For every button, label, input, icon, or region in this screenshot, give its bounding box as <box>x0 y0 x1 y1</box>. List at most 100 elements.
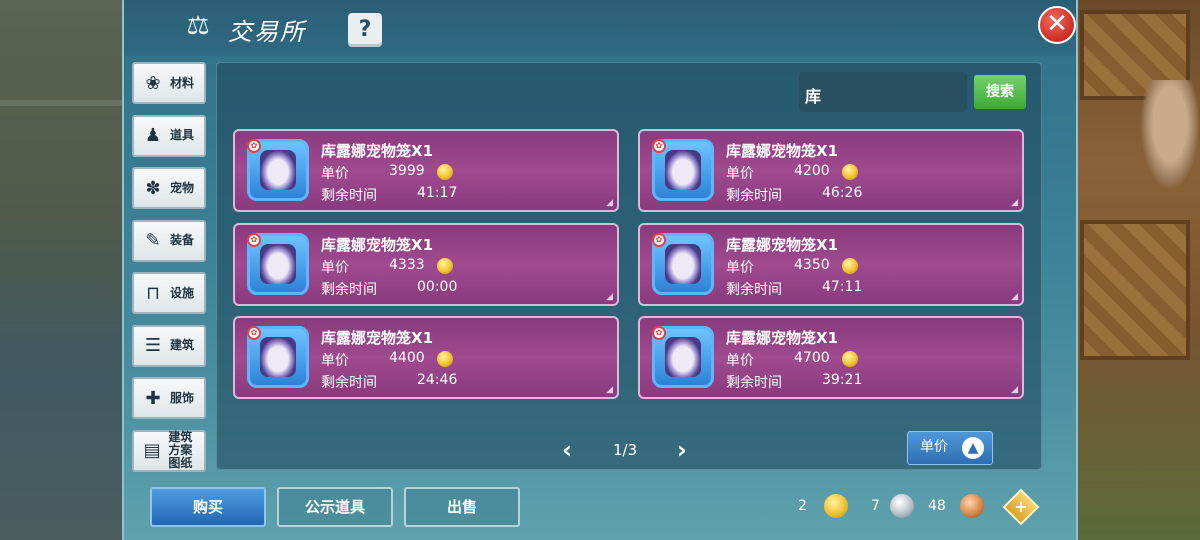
listing-card[interactable]: ✿ 库露娜宠物笼X1 单价 4400 剩余时间 24:46 ◢ <box>233 316 619 399</box>
copper-coin-icon <box>960 494 984 518</box>
help-button[interactable]: ? <box>348 13 382 47</box>
building-icon: ☰ <box>144 335 162 356</box>
item-icon: ♟ <box>144 125 162 146</box>
item-price: 4400 <box>389 350 425 366</box>
gold-coin-icon <box>437 164 453 180</box>
category-materials[interactable]: ❀ 材料 <box>132 62 206 104</box>
showcase-tab-button[interactable]: 公示道具 <box>277 487 393 527</box>
silver-coin-icon <box>890 494 914 518</box>
category-equipment[interactable]: ✎ 装备 <box>132 219 206 262</box>
time-label: 剩余时间 <box>321 188 377 204</box>
pet-cage-icon: ✿ <box>247 233 309 295</box>
squirrel-npc <box>1140 80 1200 190</box>
blueprint-icon: ▤ <box>143 440 161 461</box>
pet-cage-face <box>260 150 296 190</box>
close-button[interactable]: ✕ <box>1038 6 1076 44</box>
corner-icon: ◢ <box>606 385 613 395</box>
category-clothing[interactable]: ✚ 服饰 <box>132 377 206 419</box>
category-label: 装备 <box>170 233 195 247</box>
pin-icon: ✿ <box>652 139 666 153</box>
price-label: 单价 <box>321 260 349 276</box>
category-items[interactable]: ♟ 道具 <box>132 114 206 157</box>
exchange-panel: ⚖ 交易所 ? ✕ ❀ 材料 ♟ 道具 ✽ 宠物 ✎ 装备 ⊓ 设施 ☰ 建筑 <box>122 0 1078 540</box>
corner-icon: ◢ <box>606 198 613 208</box>
pet-cage-icon: ✿ <box>652 233 714 295</box>
title-bar: ⚖ 交易所 ? ✕ <box>124 0 1076 56</box>
gold-coin-icon <box>842 351 858 367</box>
corner-icon: ◢ <box>1011 198 1018 208</box>
category-label: 服饰 <box>170 390 195 405</box>
item-time-left: 24:46 <box>417 372 458 388</box>
item-name: 库露娜宠物笼X1 <box>321 329 434 347</box>
sort-by-price-button[interactable]: 单价 ▲ <box>907 431 993 465</box>
plus-icon: + <box>1014 497 1028 516</box>
pin-icon: ✿ <box>247 326 261 340</box>
prev-page-button[interactable]: ‹ <box>562 436 572 464</box>
gold-amount: 2 <box>798 498 807 514</box>
add-currency-button[interactable]: + <box>1002 488 1040 526</box>
page-indicator: 1/3 <box>613 441 638 459</box>
category-facilities[interactable]: ⊓ 设施 <box>132 272 206 314</box>
pin-icon: ✿ <box>652 233 666 247</box>
silver-amount: 7 <box>871 498 880 514</box>
category-label: 建筑方案图纸 <box>168 430 193 470</box>
scales-icon: ⚖ <box>186 11 210 41</box>
time-label: 剩余时间 <box>726 282 782 298</box>
category-label: 道具 <box>170 128 195 142</box>
price-label: 单价 <box>726 353 754 369</box>
item-name: 库露娜宠物笼X1 <box>726 142 839 160</box>
listing-card[interactable]: ✿ 库露娜宠物笼X1 单价 4700 剩余时间 39:21 ◢ <box>638 316 1024 399</box>
price-label: 单价 <box>321 353 349 369</box>
pet-cage-icon: ✿ <box>247 326 309 388</box>
pet-cage-face <box>665 337 701 377</box>
listing-card[interactable]: ✿ 库露娜宠物笼X1 单价 4350 剩余时间 47:11 ◢ <box>638 223 1024 306</box>
corner-icon: ◢ <box>1011 292 1018 302</box>
category-buildings[interactable]: ☰ 建筑 <box>132 324 206 367</box>
pet-cage-icon: ✿ <box>652 139 714 201</box>
price-label: 单价 <box>726 260 754 276</box>
time-label: 剩余时间 <box>321 282 377 298</box>
pet-cage-face <box>260 244 296 284</box>
pet-cage-icon: ✿ <box>247 139 309 201</box>
item-time-left: 47:11 <box>822 279 863 295</box>
category-sidebar: ❀ 材料 ♟ 道具 ✽ 宠物 ✎ 装备 ⊓ 设施 ☰ 建筑 ✚ 服饰 ▤ 建筑方 <box>132 62 208 482</box>
game-background-left <box>0 0 125 540</box>
item-price: 4333 <box>389 257 425 273</box>
corner-icon: ◢ <box>606 292 613 302</box>
listing-card[interactable]: ✿ 库露娜宠物笼X1 单价 3999 剩余时间 41:17 ◢ <box>233 129 619 212</box>
category-label: 宠物 <box>170 180 195 195</box>
category-blueprints[interactable]: ▤ 建筑方案图纸 <box>132 429 206 472</box>
time-label: 剩余时间 <box>726 188 782 204</box>
category-pets[interactable]: ✽ 宠物 <box>132 167 206 209</box>
search-input[interactable]: 库 <box>799 72 967 112</box>
item-time-left: 39:21 <box>822 372 863 388</box>
gold-coin-icon <box>437 351 453 367</box>
corner-icon: ◢ <box>1011 385 1018 395</box>
gold-coin-icon <box>437 258 453 274</box>
pet-cage-face <box>665 244 701 284</box>
listing-card[interactable]: ✿ 库露娜宠物笼X1 单价 4333 剩余时间 00:00 ◢ <box>233 223 619 306</box>
item-price: 4200 <box>794 163 830 179</box>
category-label: 材料 <box>170 75 195 90</box>
sort-label: 单价 <box>920 439 948 455</box>
pin-icon: ✿ <box>652 326 666 340</box>
category-label: 设施 <box>170 285 195 300</box>
next-page-button[interactable]: › <box>677 436 687 464</box>
category-label: 建筑 <box>170 338 195 352</box>
pet-cage-face <box>260 337 296 377</box>
item-time-left: 46:26 <box>822 185 863 201</box>
item-name: 库露娜宠物笼X1 <box>726 236 839 254</box>
item-time-left: 41:17 <box>417 185 458 201</box>
time-label: 剩余时间 <box>321 375 377 391</box>
item-name: 库露娜宠物笼X1 <box>321 236 434 254</box>
sell-tab-button[interactable]: 出售 <box>404 487 520 527</box>
equipment-icon: ✎ <box>145 230 161 251</box>
page-title: 交易所 <box>228 18 306 46</box>
item-time-left: 00:00 <box>417 279 458 295</box>
listing-card[interactable]: ✿ 库露娜宠物笼X1 单价 4200 剩余时间 46:26 ◢ <box>638 129 1024 212</box>
search-button[interactable]: 搜索 <box>974 75 1026 109</box>
pet-cage-icon: ✿ <box>652 326 714 388</box>
pin-icon: ✿ <box>247 233 261 247</box>
gold-coin-icon <box>842 258 858 274</box>
buy-tab-button[interactable]: 购买 <box>150 487 266 527</box>
